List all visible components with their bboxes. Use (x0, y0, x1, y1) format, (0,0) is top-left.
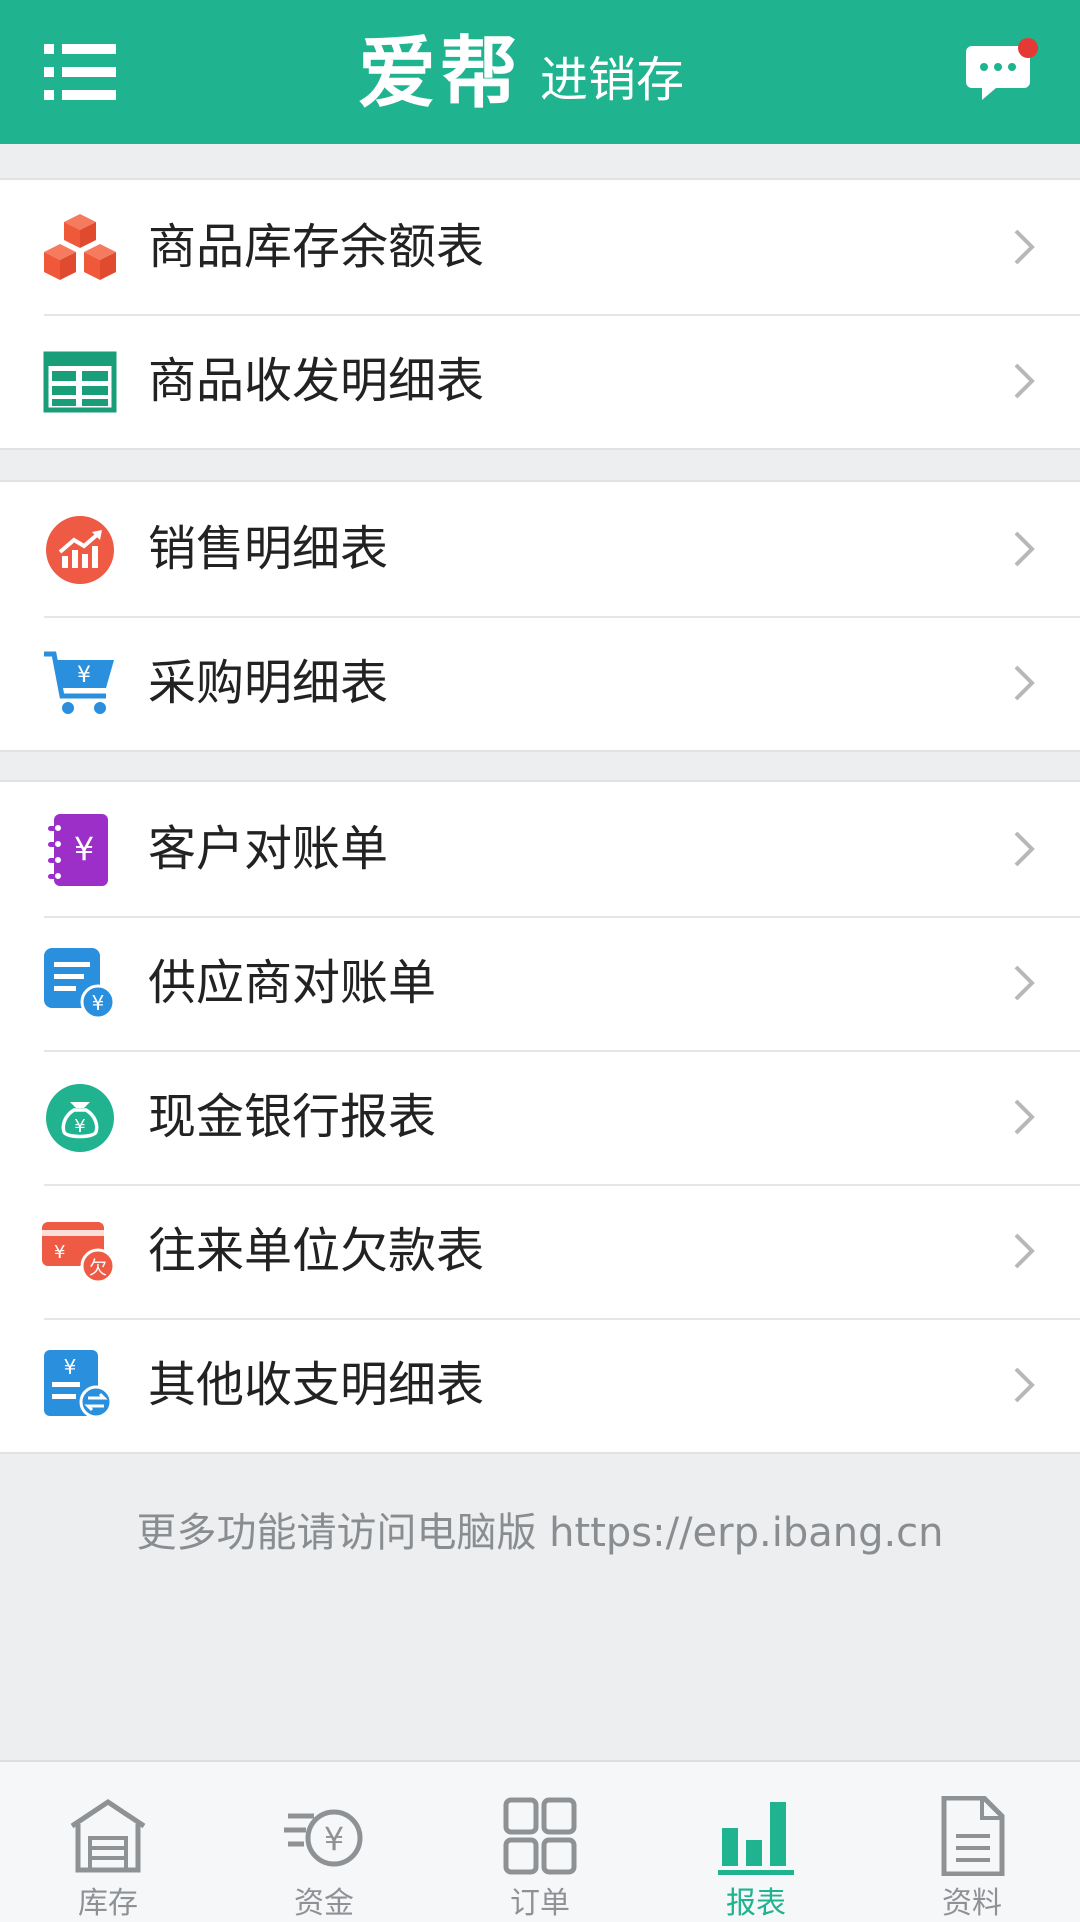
chevron-right-icon (1014, 363, 1035, 399)
sales-trend-icon (46, 516, 114, 584)
tab-orders[interactable]: 订单 (432, 1762, 648, 1922)
chat-bubble-icon (966, 38, 1038, 100)
report-group-trade: 销售明细表 ¥ 采购明细表 (0, 480, 1080, 752)
other-income-icon: ¥ (44, 1350, 113, 1419)
svg-text:¥: ¥ (64, 1355, 77, 1379)
funds-icon: ¥ (284, 1809, 363, 1867)
row-label: 商品收发明细表 (148, 353, 485, 409)
messages-button[interactable] (966, 36, 1038, 108)
tab-label: 库存 (78, 1886, 138, 1921)
warehouse-icon (70, 1798, 146, 1873)
tab-data[interactable]: 资料 (864, 1762, 1080, 1922)
row-label: 现金银行报表 (148, 1089, 437, 1145)
row-label: 往来单位欠款表 (148, 1223, 485, 1279)
supplier-ledger-icon: ¥ (44, 948, 116, 1020)
table-grid-icon (43, 351, 117, 413)
tab-inventory[interactable]: 库存 (0, 1762, 216, 1922)
svg-text:欠: 欠 (89, 1258, 107, 1279)
row-supplier-statement[interactable]: ¥ 供应商对账单 (0, 916, 1080, 1050)
svg-text:¥: ¥ (74, 1116, 85, 1137)
row-label: 销售明细表 (148, 521, 389, 577)
svg-text:¥: ¥ (324, 1820, 344, 1858)
row-partner-debt[interactable]: ¥ 欠 往来单位欠款表 (0, 1184, 1080, 1318)
chevron-right-icon (1014, 665, 1035, 701)
logo-brand: 爱帮 (358, 29, 523, 119)
chevron-right-icon (1014, 1367, 1035, 1403)
row-purchase-detail[interactable]: ¥ 采购明细表 (0, 616, 1080, 750)
desktop-version-hint: 更多功能请访问电脑版 https://erp.ibang.cn (136, 1510, 944, 1556)
tab-label: 订单 (510, 1886, 570, 1921)
svg-text:¥: ¥ (92, 991, 105, 1015)
money-bag-icon: ¥ (46, 1084, 114, 1152)
tab-label: 资金 (294, 1886, 354, 1921)
bottom-tab-bar: 库存 ¥ 资金 订单 报表 资料 (0, 1760, 1080, 1922)
tab-funds[interactable]: ¥ 资金 (216, 1762, 432, 1922)
chevron-right-icon (1014, 1233, 1035, 1269)
chevron-right-icon (1014, 531, 1035, 567)
menu-button[interactable] (44, 40, 118, 104)
orders-grid-icon (503, 1797, 577, 1875)
app-header: 爱帮 进销存 (0, 0, 1080, 144)
report-group-finance: ¥ 客户对账单 ¥ 供应商对账单 ¥ 现金银行报表 ¥ 欠 往来单位欠款表 ¥ … (0, 780, 1080, 1454)
row-other-income-expense[interactable]: ¥ 其他收支明细表 (0, 1318, 1080, 1452)
tab-reports[interactable]: 报表 (648, 1762, 864, 1922)
chevron-right-icon (1014, 965, 1035, 1001)
app-logo: 爱帮 进销存 (358, 28, 684, 120)
row-label: 商品库存余额表 (148, 219, 485, 275)
row-label: 客户对账单 (148, 821, 389, 877)
report-group-inventory: 商品库存余额表 商品收发明细表 (0, 178, 1080, 450)
row-goods-flow[interactable]: 商品收发明细表 (0, 314, 1080, 448)
logo-subtitle: 进销存 (540, 52, 685, 108)
customer-ledger-icon: ¥ (48, 814, 108, 886)
report-chart-icon (718, 1802, 794, 1875)
row-label: 采购明细表 (148, 655, 389, 711)
svg-text:¥: ¥ (74, 830, 94, 868)
shopping-cart-icon: ¥ (44, 651, 114, 714)
row-inventory-balance[interactable]: 商品库存余额表 (0, 180, 1080, 314)
row-label: 供应商对账单 (148, 955, 437, 1011)
row-customer-statement[interactable]: ¥ 客户对账单 (0, 782, 1080, 916)
chevron-right-icon (1014, 1099, 1035, 1135)
chevron-right-icon (1014, 831, 1035, 867)
document-icon (941, 1796, 1005, 1876)
debt-card-icon: ¥ 欠 (42, 1222, 116, 1284)
unread-dot (1018, 38, 1038, 58)
list-menu-icon (44, 44, 116, 100)
boxes-icon (44, 214, 116, 280)
tab-label: 资料 (942, 1886, 1002, 1921)
chevron-right-icon (1014, 229, 1035, 265)
tab-label: 报表 (726, 1886, 786, 1921)
svg-text:¥: ¥ (54, 1242, 65, 1263)
row-sales-detail[interactable]: 销售明细表 (0, 482, 1080, 616)
row-label: 其他收支明细表 (148, 1357, 485, 1413)
svg-text:¥: ¥ (77, 663, 91, 688)
row-cash-bank-report[interactable]: ¥ 现金银行报表 (0, 1050, 1080, 1184)
